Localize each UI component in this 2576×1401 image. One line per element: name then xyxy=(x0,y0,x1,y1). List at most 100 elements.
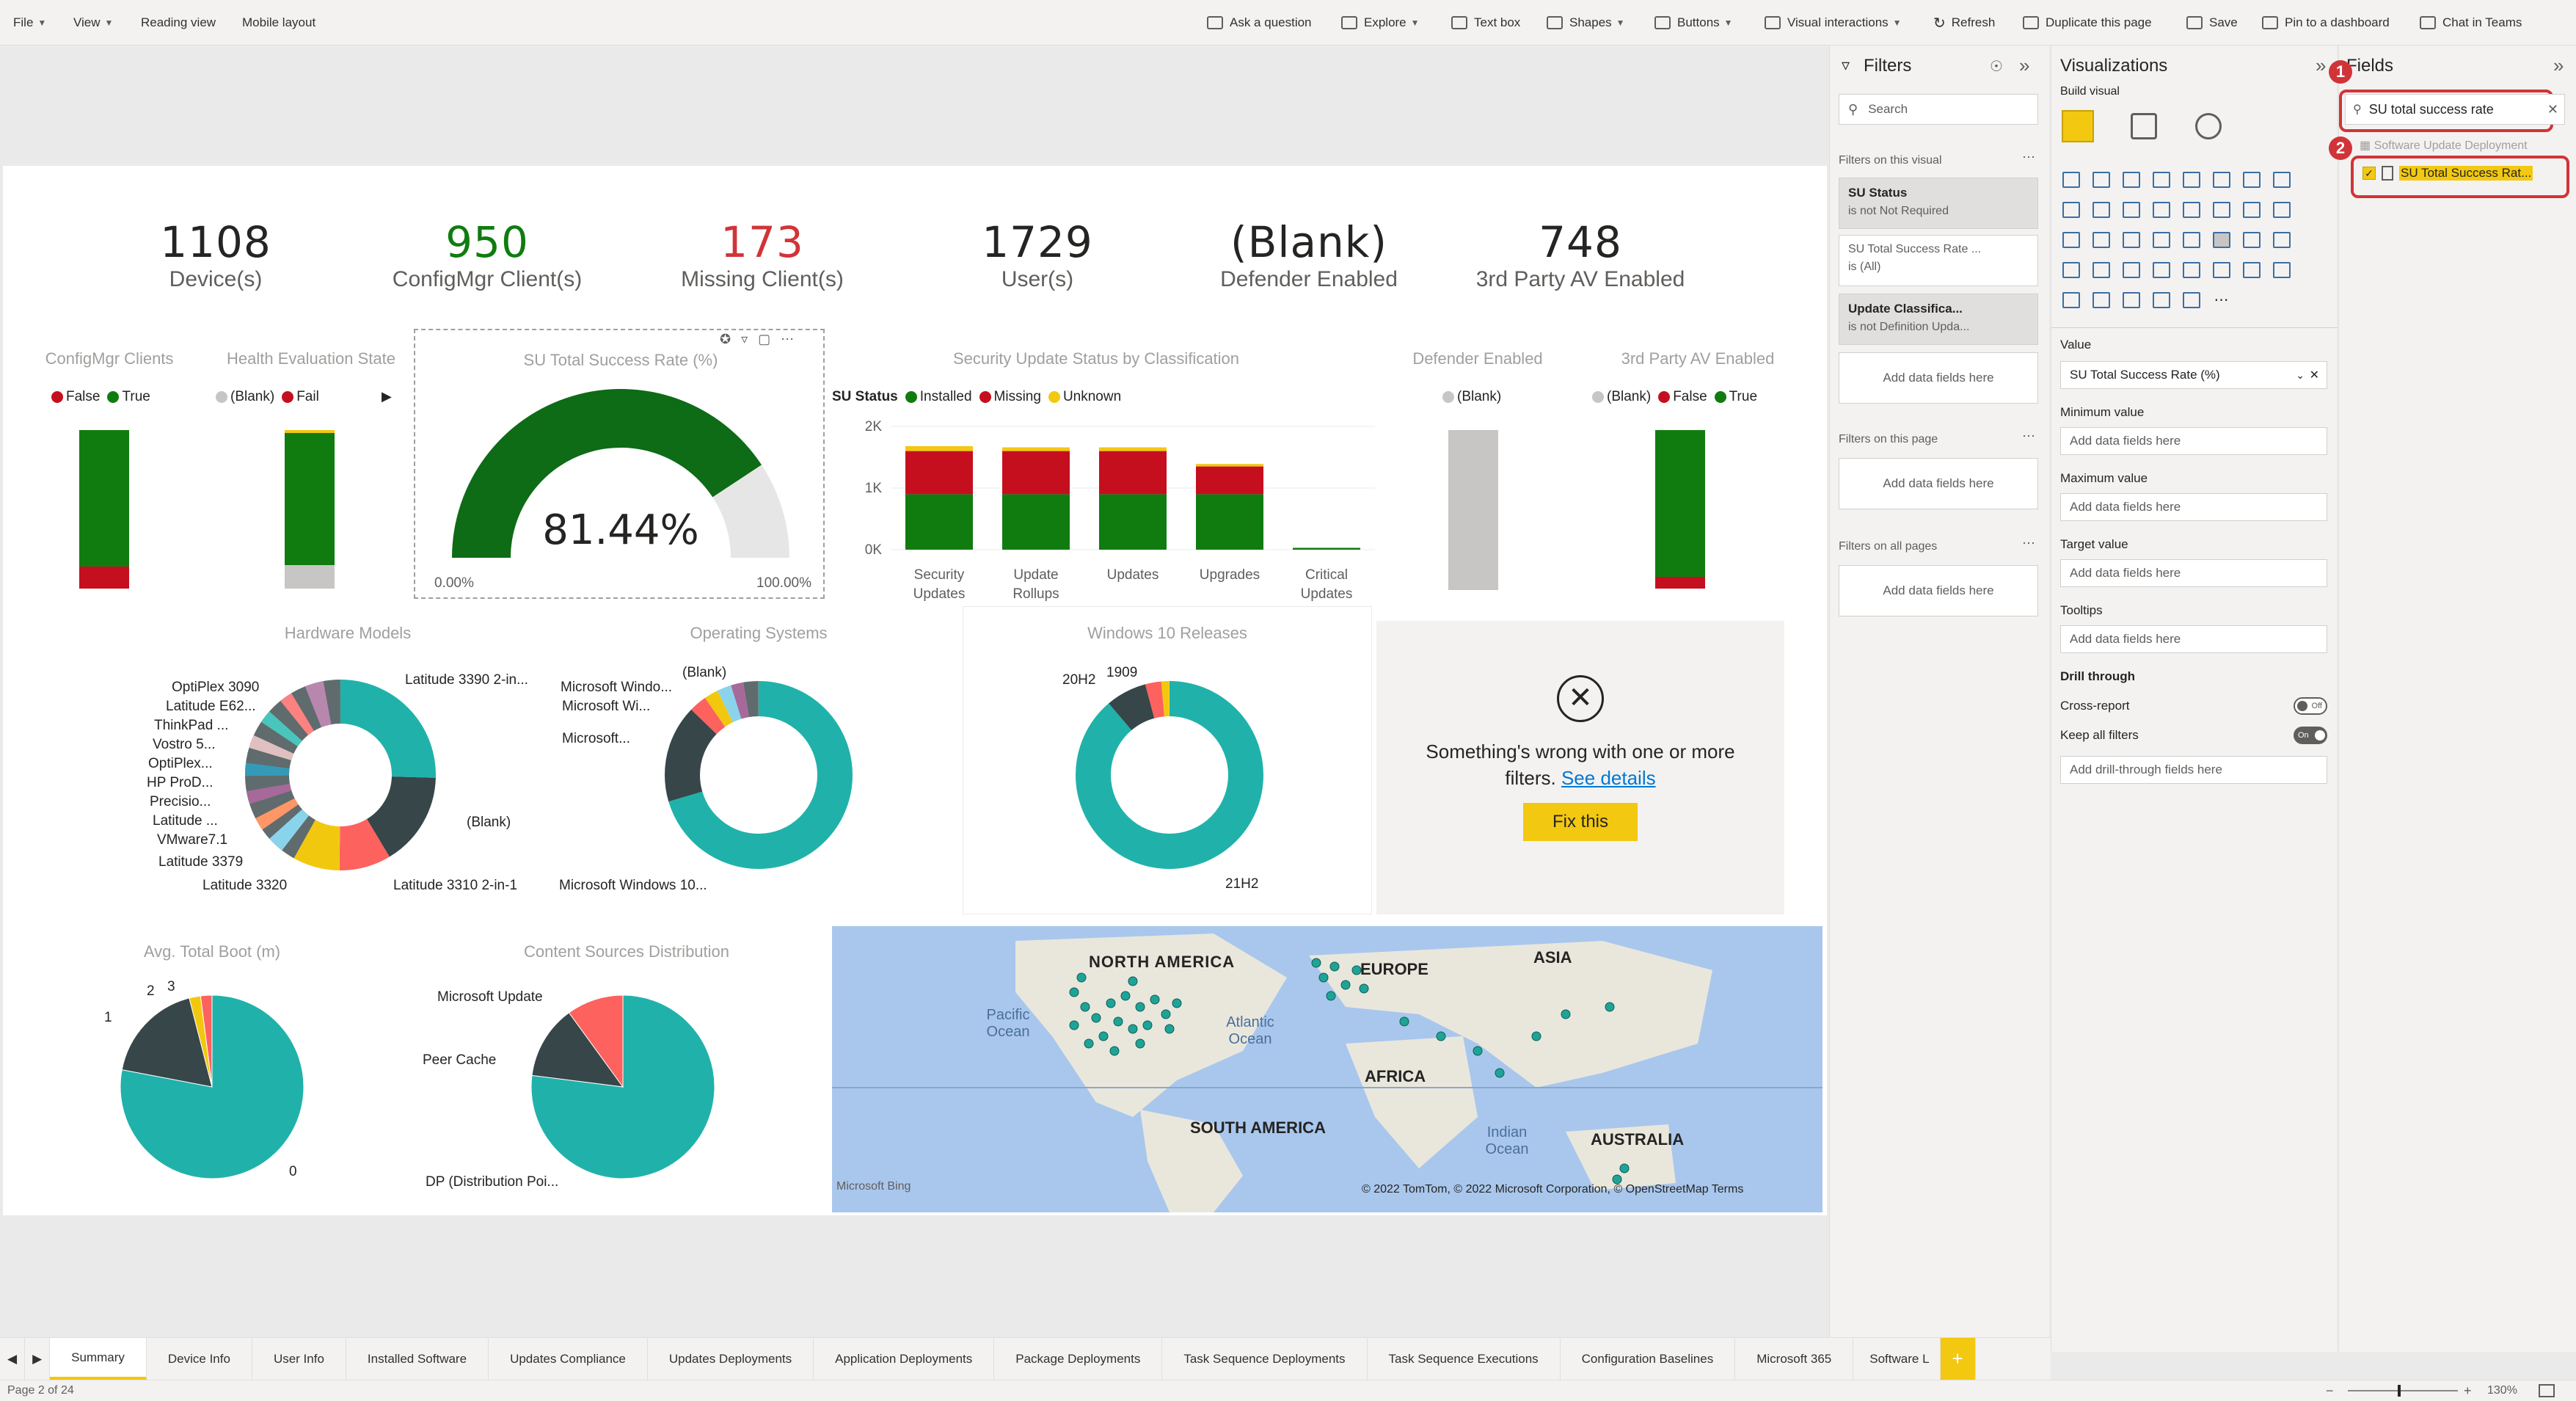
fields-search-input[interactable]: ⚲ SU total success rate ✕ xyxy=(2345,94,2565,125)
tooltips-well[interactable]: Add data fields here xyxy=(2060,625,2327,653)
mobile-layout-button[interactable]: Mobile layout xyxy=(242,0,315,46)
add-all-pages-filter-box[interactable]: Add data fields here xyxy=(1839,565,2038,616)
more-options-icon[interactable]: ⋯ xyxy=(2022,150,2035,165)
buttons-button[interactable]: Buttons ▼ xyxy=(1654,0,1733,46)
kpi-third-party-av[interactable]: 748 3rd Party AV Enabled xyxy=(1441,217,1720,292)
key-influencers-icon[interactable] xyxy=(2206,255,2236,285)
drill-through-well[interactable]: Add drill-through fields here xyxy=(2060,756,2327,784)
table-name[interactable]: ▦ Software Update Deployment xyxy=(2360,138,2550,153)
collapse-fields-icon[interactable]: » xyxy=(2553,54,2564,77)
add-page-filter-box[interactable]: Add data fields here xyxy=(1839,458,2038,509)
health-pass-bar[interactable] xyxy=(285,433,335,565)
zoom-slider-thumb[interactable] xyxy=(2398,1385,2401,1397)
chat-in-teams-button[interactable]: Chat in Teams xyxy=(2420,0,2522,46)
clear-search-icon[interactable]: ✕ xyxy=(2547,102,2558,117)
remove-field-icon[interactable]: ✕ xyxy=(2310,368,2319,382)
tab-task-sequence-deployments[interactable]: Task Sequence Deployments xyxy=(1162,1338,1368,1380)
see-details-link[interactable]: See details xyxy=(1561,767,1656,789)
paginated-icon[interactable] xyxy=(2086,285,2116,315)
collapse-viz-icon[interactable]: » xyxy=(2316,54,2326,77)
text-box-button[interactable]: Text box xyxy=(1451,0,1520,46)
filled-map-icon[interactable] xyxy=(2146,225,2176,255)
configmgr-false-bar[interactable] xyxy=(79,567,129,589)
gauge-icon[interactable] xyxy=(2206,225,2236,255)
tab-application-deployments[interactable]: Application Deployments xyxy=(814,1338,995,1380)
kpi-devices[interactable]: 1108 Device(s) xyxy=(76,217,355,292)
tab-configuration-baselines[interactable]: Configuration Baselines xyxy=(1561,1338,1736,1380)
card-icon[interactable] xyxy=(2236,225,2266,255)
line-clustered-icon[interactable] xyxy=(2116,194,2146,225)
filter-icon[interactable]: ▿ xyxy=(741,332,748,347)
legend-next-arrow[interactable]: ▶ xyxy=(382,389,392,404)
operating-systems-donut[interactable] xyxy=(656,672,861,878)
target-value-well[interactable]: Add data fields here xyxy=(2060,559,2327,587)
avg-boot-pie[interactable] xyxy=(106,980,318,1193)
maximum-value-well[interactable]: Add data fields here xyxy=(2060,493,2327,521)
focus-mode-icon[interactable]: ▢ xyxy=(758,332,770,347)
third-party-false-bar[interactable] xyxy=(1655,577,1705,589)
power-automate-icon[interactable] xyxy=(2176,285,2206,315)
build-visual-tab[interactable] xyxy=(2062,110,2094,142)
tab-task-sequence-executions[interactable]: Task Sequence Executions xyxy=(1368,1338,1561,1380)
gauge-visual[interactable]: ✪ ▿ ▢ ⋯ SU Total Success Rate (%) 81.44% 0.… xyxy=(414,329,825,599)
map-icon[interactable] xyxy=(2116,225,2146,255)
file-menu[interactable]: File ▼ xyxy=(13,0,46,46)
more-options-icon[interactable]: ⋯ xyxy=(2022,536,2035,551)
table-icon[interactable] xyxy=(2116,255,2146,285)
kpi-configmgr-clients[interactable]: 950 ConfigMgr Client(s) xyxy=(348,217,627,292)
analytics-tab[interactable] xyxy=(2195,113,2222,139)
trophy-icon[interactable] xyxy=(2056,285,2086,315)
tab-device-info[interactable]: Device Info xyxy=(147,1338,252,1380)
clustered-column-icon[interactable] xyxy=(2146,164,2176,194)
line-chart-icon[interactable] xyxy=(2236,164,2266,194)
health-blank-bar[interactable] xyxy=(285,565,335,589)
content-sources-pie[interactable] xyxy=(517,980,729,1193)
minimum-value-well[interactable]: Add data fields here xyxy=(2060,427,2327,455)
cross-report-toggle[interactable]: Off xyxy=(2294,697,2327,715)
format-visual-tab[interactable] xyxy=(2131,113,2157,139)
funnel-icon[interactable] xyxy=(2206,194,2236,225)
power-apps-icon[interactable] xyxy=(2146,285,2176,315)
100-column-icon[interactable] xyxy=(2206,164,2236,194)
azure-map-icon[interactable] xyxy=(2176,225,2206,255)
ask-question-button[interactable]: Ask a question xyxy=(1207,0,1312,46)
zoom-slider[interactable] xyxy=(2348,1390,2458,1391)
pin-icon[interactable]: ✪ xyxy=(720,332,731,347)
tab-installed-software[interactable]: Installed Software xyxy=(346,1338,489,1380)
explore-button[interactable]: Explore ▼ xyxy=(1341,0,1420,46)
hardware-models-donut[interactable] xyxy=(238,672,443,878)
map-credit[interactable]: © 2022 TomTom, © 2022 Microsoft Corporat… xyxy=(1362,1183,1743,1196)
waterfall-icon[interactable] xyxy=(2176,194,2206,225)
filter-card-update-classification[interactable]: Update Classifica... is not Definition U… xyxy=(1839,294,2038,345)
chevron-down-icon[interactable]: ⌄ xyxy=(2296,369,2305,382)
value-field-pill[interactable]: SU Total Success Rate (%) ⌄ ✕ xyxy=(2060,361,2327,389)
kpi-defender[interactable]: (Blank) Defender Enabled xyxy=(1170,217,1448,292)
kpi-missing-clients[interactable]: 173 Missing Client(s) xyxy=(623,217,902,292)
configmgr-true-bar[interactable] xyxy=(79,430,129,567)
pie-icon[interactable] xyxy=(2266,194,2296,225)
zoom-in-button[interactable]: + xyxy=(2464,1383,2472,1399)
stacked-column-icon[interactable] xyxy=(2086,164,2116,194)
kpi-icon[interactable] xyxy=(2056,255,2086,285)
view-menu[interactable]: View ▼ xyxy=(73,0,113,46)
tab-package-deployments[interactable]: Package Deployments xyxy=(994,1338,1163,1380)
tab-updates-compliance[interactable]: Updates Compliance xyxy=(489,1338,648,1380)
field-item-su-total-success-rate[interactable]: ✓ SU Total Success Rat... xyxy=(2362,166,2533,181)
save-button[interactable]: Save xyxy=(2186,0,2238,46)
add-page-button[interactable]: + xyxy=(1940,1338,1976,1380)
scatter-icon[interactable] xyxy=(2236,194,2266,225)
field-checkbox[interactable]: ✓ xyxy=(2362,167,2376,180)
matrix-icon[interactable] xyxy=(2146,255,2176,285)
more-options-icon[interactable]: ⋯ xyxy=(781,332,794,347)
tab-scroll-left[interactable]: ◀ xyxy=(0,1338,26,1380)
su-status-chart[interactable]: 2K 1K 0K Security Updates Update Rollups Update… xyxy=(832,419,1390,625)
shapes-button[interactable]: Shapes ▼ xyxy=(1547,0,1625,46)
area-chart-icon[interactable] xyxy=(2266,164,2296,194)
stacked-area-icon[interactable] xyxy=(2056,194,2086,225)
refresh-button[interactable]: ↻ Refresh xyxy=(1933,0,1995,46)
tab-summary[interactable]: Summary xyxy=(50,1338,147,1380)
collapse-filters-icon[interactable]: » xyxy=(2019,54,2029,77)
eye-icon[interactable]: ☉ xyxy=(1990,57,2003,76)
tab-microsoft-365[interactable]: Microsoft 365 xyxy=(1735,1338,1854,1380)
filter-card-success-rate[interactable]: SU Total Success Rate ... is (All) xyxy=(1839,235,2038,286)
